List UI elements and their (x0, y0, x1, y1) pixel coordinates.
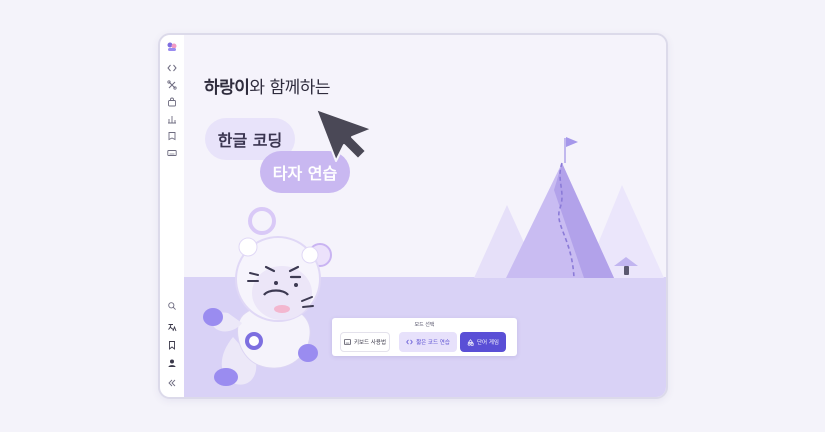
keyboard-guide-button[interactable]: 키보드 사용법 (340, 332, 390, 352)
collapse-icon[interactable] (166, 377, 178, 389)
mode-select-panel: 모드 선택 키보드 사용법 짧은 코드 연습 단어 게임 (332, 318, 517, 356)
cursor-arrow-icon (315, 108, 373, 162)
bookmark-icon[interactable] (166, 339, 178, 351)
user-icon[interactable] (166, 357, 178, 369)
code-icon[interactable] (166, 62, 178, 74)
book-icon[interactable] (166, 130, 178, 142)
mountains-illustration (474, 137, 664, 279)
word-game-button[interactable]: 단어 게임 (460, 332, 506, 352)
app-window: 하랑이와 함께하는 한글 코딩 타자 연습 모드 선택 키보드 사용법 짧은 코… (158, 33, 668, 399)
puzzle-icon[interactable] (166, 79, 178, 91)
sidebar (160, 35, 185, 397)
shapes-icon (467, 338, 474, 346)
bag-icon[interactable] (166, 96, 178, 108)
code-icon (406, 339, 413, 345)
search-icon[interactable] (166, 300, 178, 312)
keyboard-guide-label: 키보드 사용법 (353, 340, 387, 346)
hero-heading-bold: 하랑이 (204, 78, 250, 98)
short-code-practice-label: 짧은 코드 연습 (416, 340, 450, 346)
logo-icon[interactable] (166, 41, 178, 53)
main-canvas: 하랑이와 함께하는 한글 코딩 타자 연습 모드 선택 키보드 사용법 짧은 코… (184, 35, 666, 397)
hero-heading-rest: 와 함께하는 (249, 78, 331, 98)
short-code-practice-button[interactable]: 짧은 코드 연습 (399, 332, 457, 352)
mode-select-title: 모드 선택 (414, 322, 435, 328)
keyboard-icon[interactable] (166, 147, 178, 159)
translate-icon[interactable] (166, 321, 178, 333)
chart-icon[interactable] (166, 113, 178, 125)
tiger-astronaut-illustration (203, 207, 332, 386)
hero-heading: 하랑이와 함께하는 (204, 73, 331, 98)
word-game-label: 단어 게임 (477, 340, 499, 346)
keyboard-icon (343, 339, 351, 345)
